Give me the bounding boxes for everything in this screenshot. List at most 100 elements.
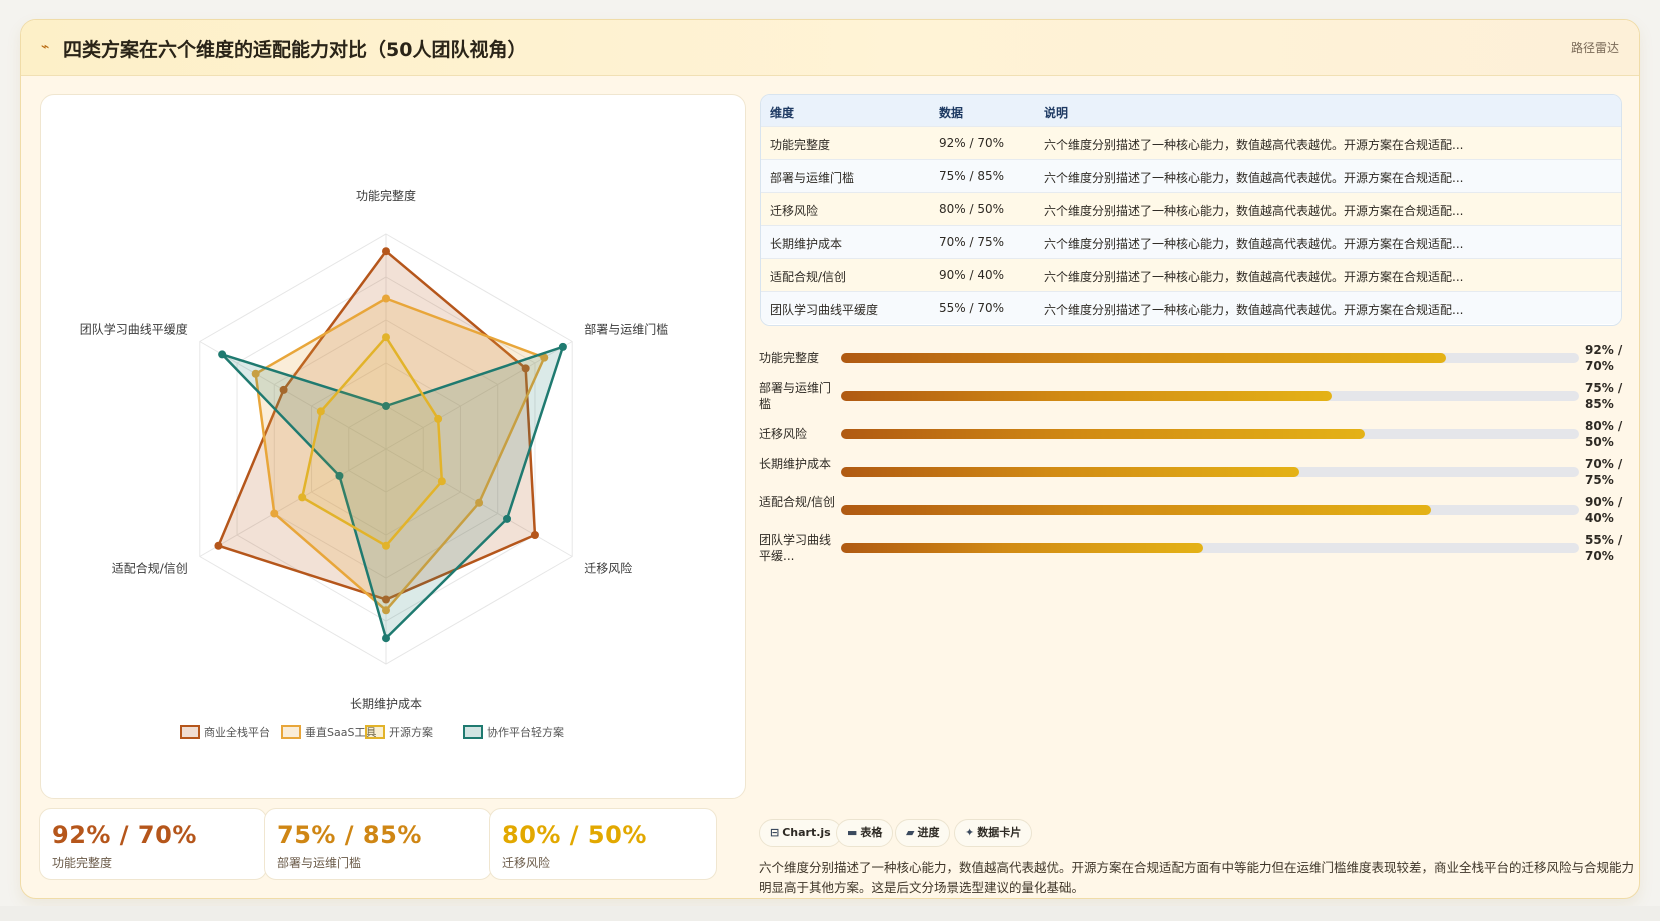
radar-axis-label: 部署与运维门槛 bbox=[584, 322, 668, 337]
radar-point bbox=[298, 493, 307, 502]
progress-label: 部署与运维门槛 bbox=[759, 381, 832, 411]
progress-track bbox=[841, 353, 1579, 363]
radar-axis-label: 适配合规/信创 bbox=[112, 561, 188, 576]
path-radar-link[interactable]: 路径雷达 bbox=[1571, 39, 1619, 56]
radar-point bbox=[382, 634, 390, 643]
legend-swatch bbox=[281, 725, 301, 739]
table-row: 长期维护成本 70% / 75% 六个维度分别描述了一种核心能力，数值越高代表越优。… bbox=[761, 225, 1621, 258]
radar-point bbox=[558, 342, 567, 351]
table-row: 团队学习曲线平缓度 55% / 70% 六个维度分别描述了一种核心能力，数值越高代表… bbox=[761, 291, 1621, 324]
table-cell-dimension: 适配合规/信创 bbox=[770, 270, 847, 284]
card-icon: ✦ bbox=[965, 826, 975, 839]
radar-chart-panel: 功能完整度 部署与运维门槛 迁移风险 长期维护成本 适配合规/信创 团队学习曲线平缓度 商业… bbox=[40, 94, 746, 799]
progress-icon: ▰ bbox=[906, 826, 915, 839]
stat-value: 75% / 85% bbox=[277, 821, 422, 849]
table-header-row: 维度 数据 说明 bbox=[761, 95, 1621, 126]
progress-label: 团队学习曲线平缓... bbox=[759, 533, 832, 563]
radar-point bbox=[503, 514, 512, 523]
table-cell-note: 六个维度分别描述了一种核心能力，数值越高代表越优。开源方案在合规适配... bbox=[1044, 237, 1464, 251]
progress-value: 55% / 70% bbox=[1585, 533, 1623, 563]
table-cell-dimension: 长期维护成本 bbox=[770, 237, 843, 251]
progress-fill bbox=[841, 467, 1299, 477]
table-row: 部署与运维门槛 75% / 85% 六个维度分别描述了一种核心能力，数值越高代表越优… bbox=[761, 159, 1621, 192]
chip-label: Chart.js bbox=[782, 826, 831, 839]
progress-fill bbox=[841, 391, 1332, 401]
chip-progress[interactable]: ▰ 进度 bbox=[895, 819, 951, 847]
legend-swatch bbox=[463, 725, 483, 739]
progress-row: 团队学习曲线平缓... 55% / 70% bbox=[759, 532, 1625, 572]
table-cell-data: 92% / 70% bbox=[939, 136, 1005, 150]
radar-point bbox=[382, 247, 390, 256]
progress-row: 部署与运维门槛 75% / 85% bbox=[759, 380, 1625, 420]
radar-axis-label: 功能完整度 bbox=[356, 188, 416, 203]
progress-value: 90% / 40% bbox=[1585, 495, 1623, 525]
table-cell-note: 六个维度分别描述了一种核心能力，数值越高代表越优。开源方案在合规适配... bbox=[1044, 270, 1464, 284]
chip-label: 数据卡片 bbox=[977, 826, 1022, 839]
table-cell-dimension: 迁移风险 bbox=[770, 204, 819, 218]
chip-label: 表格 bbox=[860, 826, 883, 839]
legend-label: 商业全栈平台 bbox=[204, 725, 270, 739]
chart-description: 六个维度分别描述了一种核心能力，数值越高代表越优。开源方案在合规适配方面有中等能… bbox=[759, 860, 1635, 895]
radar-point bbox=[270, 509, 279, 518]
card-header: ⌁ 四类方案在六个维度的适配能力对比（50人团队视角） 路径雷达 bbox=[21, 20, 1639, 76]
progress-value: 75% / 85% bbox=[1585, 381, 1623, 411]
chart-icon: ⊟ bbox=[770, 826, 780, 839]
radar-axis-label: 长期维护成本 bbox=[350, 697, 422, 711]
radar-point bbox=[316, 407, 325, 416]
progress-fill bbox=[841, 543, 1203, 553]
table-icon: ▬ bbox=[847, 826, 858, 839]
table-header-note: 说明 bbox=[1044, 106, 1069, 120]
chip-table[interactable]: ▬ 表格 bbox=[836, 819, 894, 847]
progress-fill bbox=[841, 429, 1365, 439]
stat-card-deploy: 75% / 85% 部署与运维门槛 bbox=[264, 808, 492, 880]
progress-value: 70% / 75% bbox=[1585, 457, 1623, 487]
progress-fill bbox=[841, 505, 1432, 515]
chip-label: 进度 bbox=[917, 826, 940, 839]
radar-comparison-card: ⌁ 四类方案在六个维度的适配能力对比（50人团队视角） 路径雷达 功能完整度部署… bbox=[20, 19, 1640, 899]
table-header-dimension: 维度 bbox=[770, 106, 795, 120]
stat-value: 92% / 70% bbox=[52, 821, 197, 849]
progress-track bbox=[841, 429, 1579, 439]
progress-label: 长期维护成本 bbox=[759, 457, 832, 471]
progress-row: 适配合规/信创 90% / 40% bbox=[759, 494, 1625, 534]
progress-fill bbox=[841, 353, 1447, 363]
radar-axis-label: 迁移风险 bbox=[584, 561, 632, 576]
radar-point bbox=[382, 333, 390, 342]
table-row: 功能完整度 92% / 70% 六个维度分别描述了一种核心能力，数值越高代表越优。开… bbox=[761, 126, 1621, 159]
radar-point bbox=[437, 477, 446, 486]
radar-point bbox=[382, 541, 390, 550]
progress-label: 适配合规/信创 bbox=[759, 495, 836, 509]
legend-label: 协作平台轻方案 bbox=[487, 725, 564, 739]
table-cell-dimension: 功能完整度 bbox=[770, 138, 831, 152]
progress-track bbox=[841, 391, 1579, 401]
progress-label: 迁移风险 bbox=[759, 427, 808, 441]
table-cell-data: 70% / 75% bbox=[939, 235, 1005, 249]
radar-point bbox=[434, 414, 443, 423]
page-bottom-strip bbox=[0, 906, 1660, 921]
chart-line-icon: ⌁ bbox=[41, 39, 50, 55]
stat-label: 部署与运维门槛 bbox=[277, 856, 362, 870]
progress-row: 迁移风险 80% / 50% bbox=[759, 418, 1625, 458]
stat-label: 迁移风险 bbox=[502, 856, 551, 870]
progress-row: 功能完整度 92% / 70% bbox=[759, 342, 1625, 382]
radar-point bbox=[218, 350, 227, 359]
table-cell-note: 六个维度分别描述了一种核心能力，数值越高代表越优。开源方案在合规适配... bbox=[1044, 171, 1464, 185]
table-cell-data: 80% / 50% bbox=[939, 202, 1005, 216]
progress-value: 80% / 50% bbox=[1585, 419, 1623, 449]
progress-row: 长期维护成本 70% / 75% bbox=[759, 456, 1625, 496]
table-cell-note: 六个维度分别描述了一种核心能力，数值越高代表越优。开源方案在合规适配... bbox=[1044, 303, 1464, 317]
stat-label: 功能完整度 bbox=[52, 856, 113, 870]
chip-card[interactable]: ✦ 数据卡片 bbox=[954, 819, 1033, 847]
legend-label: 开源方案 bbox=[389, 725, 433, 739]
radar-point bbox=[530, 531, 539, 539]
legend-swatch bbox=[365, 725, 385, 739]
progress-list: 功能完整度 92% / 70% 部署与运维门槛 75% / 85% 迁移风险 80% / … bbox=[759, 342, 1625, 582]
table-cell-data: 90% / 40% bbox=[939, 268, 1005, 282]
progress-track bbox=[841, 467, 1579, 477]
radar-chart: 功能完整度部署与运维门槛迁移风险长期维护成本 适配合规/信创 团队学习曲线平缓度商业… bbox=[80, 188, 668, 739]
chip-chart[interactable]: ⊟ Chart.js bbox=[759, 819, 842, 847]
progress-value: 92% / 70% bbox=[1585, 343, 1623, 373]
table-cell-note: 六个维度分别描述了一种核心能力，数值越高代表越优。开源方案在合规适配... bbox=[1044, 138, 1464, 152]
table-row: 迁移风险 80% / 50% 六个维度分别描述了一种核心能力，数值越高代表越优。开源… bbox=[761, 192, 1621, 225]
table-cell-data: 55% / 70% bbox=[939, 301, 1005, 315]
